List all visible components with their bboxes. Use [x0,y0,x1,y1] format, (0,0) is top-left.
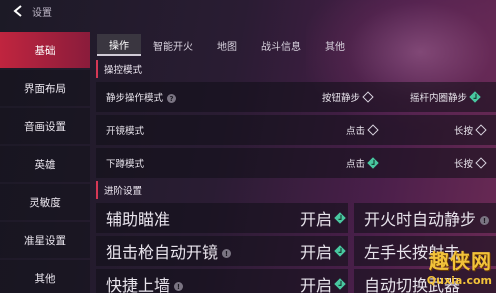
radio-checked-icon [334,245,346,257]
sidebar: 基础 界面布局 音画设置 英雄 灵敏度 准星设置 其他 [0,32,90,293]
option-button-walk[interactable]: 按钮静步 [322,90,374,104]
setting-label: 辅助瞄准 [106,210,171,229]
page-title: 设置 [32,7,52,19]
radio-diamond-icon [475,157,487,169]
help-icon[interactable]: ! [480,216,490,225]
radio-checked-icon [334,278,346,290]
option-tap[interactable]: 点击 [346,123,379,137]
setting-aim-assist: 辅助瞄准 开启 [96,203,348,233]
sidebar-item-hero[interactable]: 英雄 [0,146,90,182]
tab-other[interactable]: 其他 [313,34,357,56]
setting-label: 开镜模式 [106,126,145,137]
toggle-aim-assist[interactable]: 开启 [300,206,346,230]
sidebar-item-sensitivity[interactable]: 灵敏度 [0,184,90,220]
setting-row-open-mirror: 开镜模式 点击 长按 [96,115,496,145]
sidebar-item-audio-video[interactable]: 音画设置 [0,108,90,144]
setting-sniper-auto: 狙击枪自动开镜! 开启 [96,236,348,266]
radio-diamond-icon [367,124,379,136]
setting-label: 快捷上墙! [106,272,184,293]
section-header-advanced: 进阶设置 [96,181,496,199]
sidebar-item-other[interactable]: 其他 [0,260,90,293]
setting-label: 狙击枪自动开镜! [106,239,232,263]
option-hold[interactable]: 长按 [454,156,487,170]
radio-checked-icon [334,212,346,224]
setting-label: 静步操作模式? [106,90,177,104]
site-watermark-logo: 趣侠网 Quxia.com [372,245,492,287]
sidebar-item-crosshair[interactable]: 准星设置 [0,222,90,258]
watermark-text: 趣侠网 [429,249,492,273]
radio-checked-icon [469,91,481,103]
top-bar: 设置 [0,0,496,22]
option-tap[interactable]: 点击 [346,156,379,170]
tab-combat-info[interactable]: 战斗信息 [249,34,313,56]
tab-smart-fire[interactable]: 智能开火 [141,34,205,56]
back-arrow-icon[interactable] [10,3,26,19]
tab-bar: 操作 智能开火 地图 战斗信息 其他 [97,34,357,56]
toggle-quick-climb[interactable]: 开启 [300,272,346,293]
tab-operation[interactable]: 操作 [97,34,141,56]
sidebar-item-basic[interactable]: 基础 [0,32,90,68]
sidebar-item-layout[interactable]: 界面布局 [0,70,90,106]
setting-row-walk-mode: 静步操作模式? 按钮静步 摇杆内圈静步 [96,82,496,112]
setting-quick-climb: 快捷上墙! 开启 [96,269,348,293]
toggle-sniper-auto[interactable]: 开启 [300,239,346,263]
option-stick-walk[interactable]: 摇杆内圈静步 [410,90,481,104]
setting-fire-walk: 开火时自动静步! [354,203,496,233]
radio-diamond-icon [362,91,374,103]
radio-checked-icon [367,157,379,169]
help-icon[interactable]: ! [222,249,232,258]
watermark-subtext: Quxia.com [426,274,492,287]
setting-label: 下蹲模式 [106,159,145,170]
setting-row-crouch: 下蹲模式 点击 长按 [96,148,496,178]
help-icon[interactable]: ? [167,94,177,103]
setting-row-pair: 辅助瞄准 开启 开火时自动静步! [96,203,496,233]
section-header-control: 操控模式 [96,60,496,78]
radio-diamond-icon [475,124,487,136]
option-hold[interactable]: 长按 [454,123,487,137]
setting-label: 开火时自动静步! [364,206,490,230]
help-icon[interactable]: ! [174,282,184,291]
tab-map[interactable]: 地图 [205,34,249,56]
